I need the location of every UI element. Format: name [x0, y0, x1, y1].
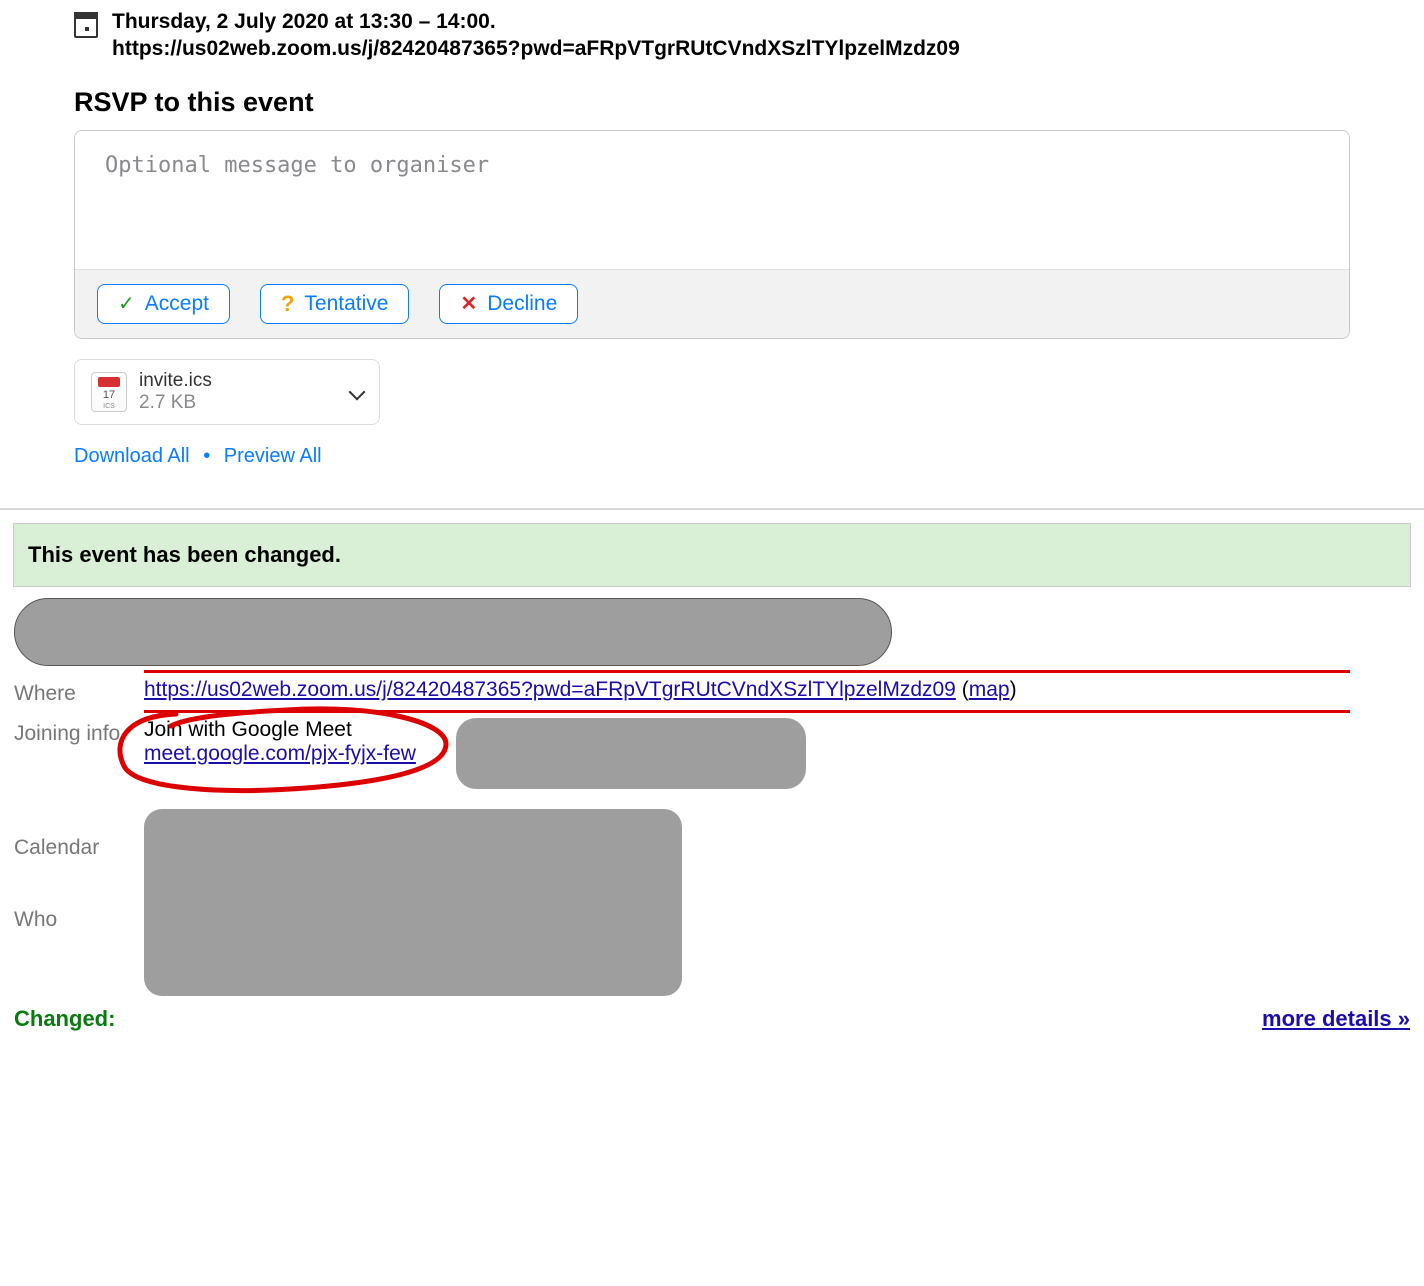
decline-label: Decline: [487, 292, 557, 316]
event-url: https://us02web.zoom.us/j/82420487365?pw…: [112, 35, 960, 62]
where-value: https://us02web.zoom.us/j/82420487365?pw…: [144, 678, 1410, 702]
calendar-label: Calendar: [14, 832, 134, 860]
where-label: Where: [14, 678, 134, 706]
where-paren-close: ): [1010, 678, 1017, 701]
cross-icon: ✕: [460, 291, 477, 316]
accept-label: Accept: [145, 292, 209, 316]
who-label: Who: [14, 904, 134, 932]
chevron-down-icon: [349, 383, 366, 400]
ics-ext-label: ICS: [92, 403, 126, 410]
attachment-size: 2.7 KB: [139, 392, 212, 414]
attachment-card[interactable]: ICS invite.ics 2.7 KB: [74, 359, 380, 425]
rsvp-title: RSVP to this event: [74, 87, 1350, 118]
preview-all-link[interactable]: Preview All: [224, 445, 322, 467]
tentative-button[interactable]: ? Tentative: [260, 284, 410, 324]
attachment-link-sep: •: [203, 445, 210, 467]
where-map-link[interactable]: map: [969, 678, 1010, 701]
download-all-link[interactable]: Download All: [74, 445, 190, 467]
rsvp-buttons-row: ✓ Accept ? Tentative ✕ Decline: [75, 269, 1349, 338]
ics-file-icon: ICS: [91, 372, 127, 412]
redacted-joining-extra: [456, 718, 806, 789]
joining-info-label: Joining info: [14, 718, 134, 746]
where-paren-open: (: [962, 678, 969, 701]
join-title: Join with Google Meet: [144, 718, 416, 742]
redacted-title: [14, 598, 892, 666]
check-icon: ✓: [118, 291, 135, 316]
attachment-filename: invite.ics: [139, 370, 212, 392]
where-url-link[interactable]: https://us02web.zoom.us/j/82420487365?pw…: [144, 678, 956, 701]
rsvp-container: ✓ Accept ? Tentative ✕ Decline: [74, 130, 1350, 339]
redacted-calendar-who: [144, 809, 682, 996]
rsvp-message-input[interactable]: [75, 131, 1349, 263]
event-header: Thursday, 2 July 2020 at 13:30 – 14:00. …: [112, 8, 960, 63]
tentative-label: Tentative: [304, 292, 388, 316]
event-datetime: Thursday, 2 July 2020 at 13:30 – 14:00.: [112, 8, 960, 35]
more-details-link[interactable]: more details »: [1262, 1006, 1410, 1032]
event-changed-banner: This event has been changed.: [14, 524, 1410, 586]
calendar-icon: [74, 12, 98, 38]
question-icon: ?: [281, 291, 294, 317]
decline-button[interactable]: ✕ Decline: [439, 284, 578, 324]
accept-button[interactable]: ✓ Accept: [97, 284, 230, 324]
changed-label: Changed:: [14, 1006, 115, 1032]
meet-url-link[interactable]: meet.google.com/pjx-fyjx-few: [144, 742, 416, 765]
